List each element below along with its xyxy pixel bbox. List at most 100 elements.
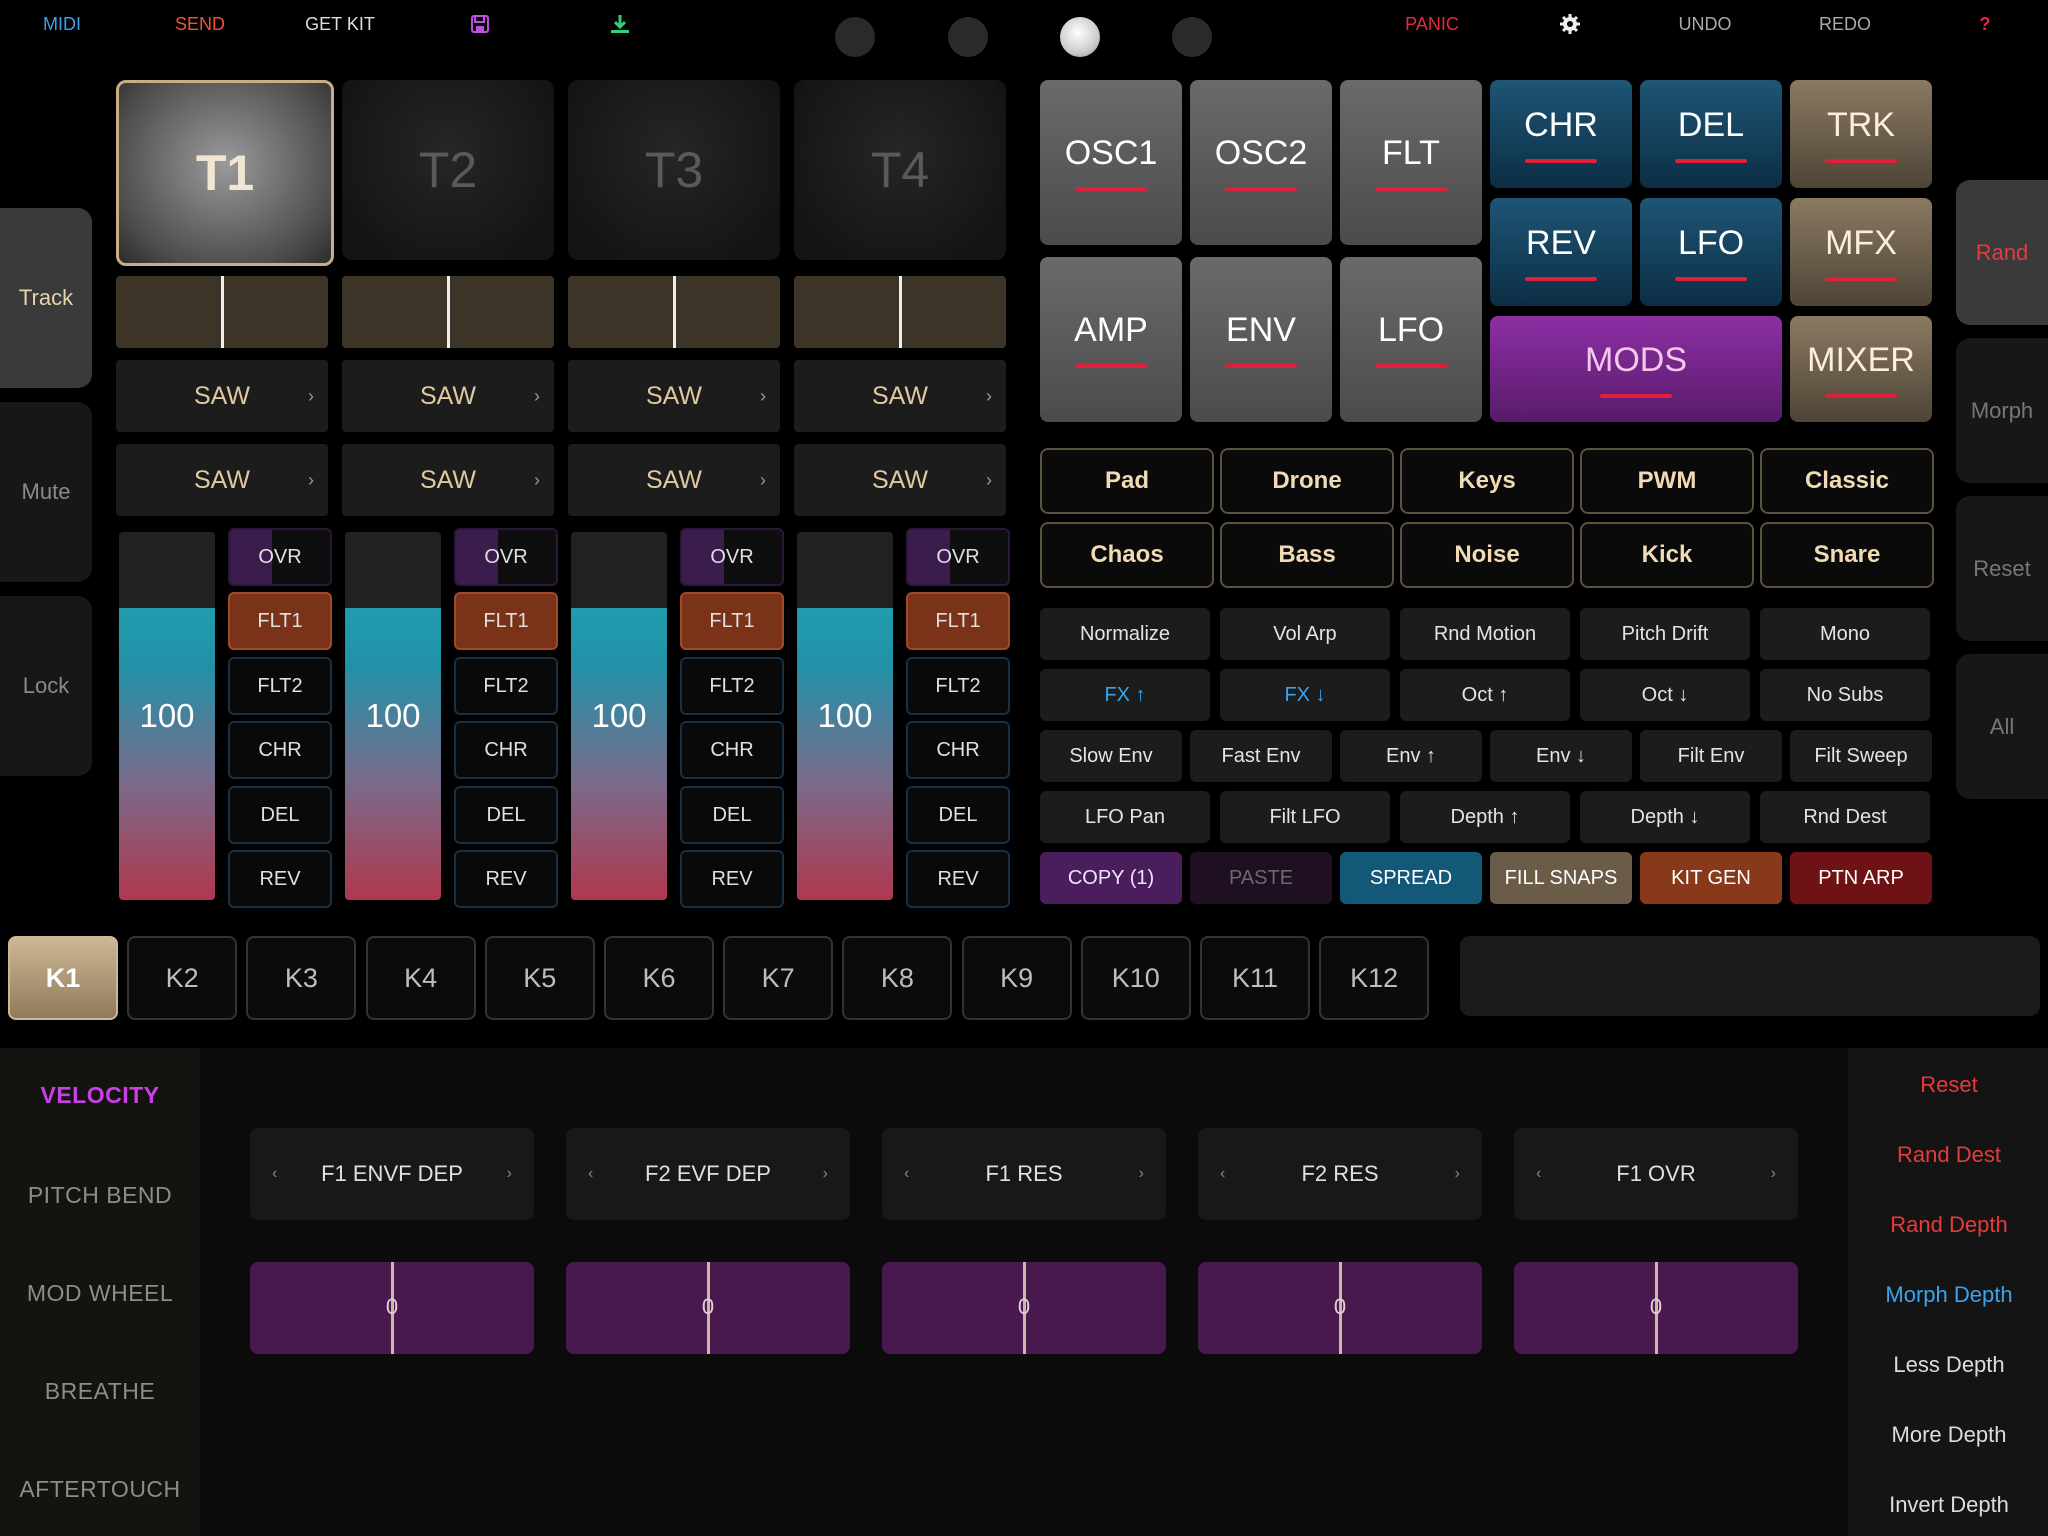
fx-toggle-ovr[interactable]: OVR	[454, 528, 558, 586]
mod-depth-slider[interactable]: 0	[1514, 1262, 1798, 1354]
track-volume-fader[interactable]: 100	[119, 532, 215, 900]
settings-gear-icon[interactable]	[1520, 10, 1620, 38]
fx-toggle-flt1[interactable]: FLT1	[906, 592, 1010, 650]
action-button[interactable]: FX ↑	[1040, 669, 1210, 721]
preset-button[interactable]: Chaos	[1040, 522, 1214, 588]
module-rev-button[interactable]: REV	[1490, 198, 1632, 306]
tab-morph[interactable]: Morph	[1956, 338, 2048, 483]
module-lfo-button[interactable]: LFO	[1340, 257, 1482, 422]
mod-depth-slider[interactable]: 0	[566, 1262, 850, 1354]
chevron-right-icon[interactable]: ›	[1455, 1165, 1460, 1183]
track-tile-t3[interactable]: T3	[568, 80, 780, 260]
module-osc1-button[interactable]: OSC1	[1040, 80, 1182, 245]
tab-mute[interactable]: Mute	[0, 402, 92, 582]
kit-button-k6[interactable]: K6	[604, 936, 714, 1020]
action-button[interactable]: FX ↓	[1220, 669, 1390, 721]
module-osc2-button[interactable]: OSC2	[1190, 80, 1332, 245]
osc2-wave-selector[interactable]: SAW ›	[342, 444, 554, 516]
fx-toggle-chr[interactable]: CHR	[228, 721, 332, 779]
morph-depth-button[interactable]: Morph Depth	[1850, 1282, 2048, 1308]
kit-button-k7[interactable]: K7	[723, 936, 834, 1020]
chevron-right-icon[interactable]: ›	[823, 1165, 828, 1183]
osc2-wave-selector[interactable]: SAW ›	[116, 444, 328, 516]
preset-button[interactable]: Drone	[1220, 448, 1394, 514]
mod-destination-selector[interactable]: ‹ F1 ENVF DEP ›	[250, 1128, 534, 1220]
send-button[interactable]: SEND	[150, 10, 250, 38]
action-button[interactable]: Rnd Dest	[1760, 791, 1930, 843]
module-mfx-button[interactable]: MFX	[1790, 198, 1932, 306]
panic-button[interactable]: PANIC	[1382, 10, 1482, 38]
action-button[interactable]: Rnd Motion	[1400, 608, 1570, 660]
chevron-right-icon[interactable]: ›	[507, 1165, 512, 1183]
module-trk-button[interactable]: TRK	[1790, 80, 1932, 188]
action-button[interactable]: Filt Env	[1640, 730, 1782, 782]
osc1-wave-selector[interactable]: SAW ›	[116, 360, 328, 432]
fx-toggle-flt2[interactable]: FLT2	[454, 657, 558, 715]
action-button[interactable]: Env ↓	[1490, 730, 1632, 782]
kit-button-k8[interactable]: K8	[842, 936, 953, 1020]
pan-slider[interactable]	[342, 276, 554, 348]
track-tile-t4[interactable]: T4	[794, 80, 1006, 260]
action-button[interactable]: COPY (1)	[1040, 852, 1182, 904]
fx-toggle-flt1[interactable]: FLT1	[680, 592, 784, 650]
mod-reset-button[interactable]: Reset	[1850, 1072, 2048, 1098]
save-icon[interactable]	[430, 10, 530, 38]
rand-dest-button[interactable]: Rand Dest	[1850, 1142, 2048, 1168]
preset-button[interactable]: Keys	[1400, 448, 1574, 514]
action-button[interactable]: PASTE	[1190, 852, 1332, 904]
kit-button-k4[interactable]: K4	[365, 936, 476, 1020]
mod-destination-selector[interactable]: ‹ F2 EVF DEP ›	[566, 1128, 850, 1220]
track-volume-fader[interactable]: 100	[797, 532, 893, 900]
tab-reset[interactable]: Reset	[1956, 496, 2048, 641]
action-button[interactable]: LFO Pan	[1040, 791, 1210, 843]
module-del-button[interactable]: DEL	[1640, 80, 1782, 188]
chevron-left-icon[interactable]: ‹	[588, 1165, 593, 1183]
fx-toggle-rev[interactable]: REV	[454, 850, 558, 908]
fx-toggle-ovr[interactable]: OVR	[680, 528, 784, 586]
action-button[interactable]: Depth ↑	[1400, 791, 1570, 843]
action-button[interactable]: Filt Sweep	[1790, 730, 1932, 782]
module-flt-button[interactable]: FLT	[1340, 80, 1482, 245]
track-volume-fader[interactable]: 100	[571, 532, 667, 900]
action-button[interactable]: PTN ARP	[1790, 852, 1932, 904]
module-mixer-button[interactable]: MIXER	[1790, 316, 1932, 422]
kit-button-k3[interactable]: K3	[246, 936, 357, 1020]
tab-track[interactable]: Track	[0, 208, 92, 388]
module-mods-button[interactable]: MODS	[1490, 316, 1782, 422]
undo-button[interactable]: UNDO	[1655, 10, 1755, 38]
pan-slider[interactable]	[568, 276, 780, 348]
action-button[interactable]: Mono	[1760, 608, 1930, 660]
preset-button[interactable]: Snare	[1760, 522, 1934, 588]
action-button[interactable]: FILL SNAPS	[1490, 852, 1632, 904]
help-button[interactable]: ?	[1935, 10, 2035, 38]
fx-toggle-del[interactable]: DEL	[228, 786, 332, 844]
preset-button[interactable]: Bass	[1220, 522, 1394, 588]
fx-toggle-rev[interactable]: REV	[680, 850, 784, 908]
chevron-right-icon[interactable]: ›	[1771, 1165, 1776, 1183]
mod-destination-selector[interactable]: ‹ F1 RES ›	[882, 1128, 1166, 1220]
fx-toggle-ovr[interactable]: OVR	[906, 528, 1010, 586]
track-tile-t2[interactable]: T2	[342, 80, 554, 260]
kit-name-display[interactable]	[1460, 936, 2040, 1016]
kit-button-k2[interactable]: K2	[127, 936, 238, 1020]
rand-depth-button[interactable]: Rand Depth	[1850, 1212, 2048, 1238]
preset-button[interactable]: Classic	[1760, 448, 1934, 514]
more-depth-button[interactable]: More Depth	[1850, 1422, 2048, 1448]
tab-all[interactable]: All	[1956, 654, 2048, 799]
fx-toggle-del[interactable]: DEL	[906, 786, 1010, 844]
fx-toggle-flt2[interactable]: FLT2	[228, 657, 332, 715]
action-button[interactable]: Depth ↓	[1580, 791, 1750, 843]
track-volume-fader[interactable]: 100	[345, 532, 441, 900]
fx-toggle-flt2[interactable]: FLT2	[680, 657, 784, 715]
action-button[interactable]: Vol Arp	[1220, 608, 1390, 660]
kit-button-k11[interactable]: K11	[1200, 936, 1310, 1020]
fx-toggle-chr[interactable]: CHR	[680, 721, 784, 779]
chevron-left-icon[interactable]: ‹	[904, 1165, 909, 1183]
module-amp-button[interactable]: AMP	[1040, 257, 1182, 422]
fx-toggle-chr[interactable]: CHR	[906, 721, 1010, 779]
kit-button-k12[interactable]: K12	[1319, 936, 1430, 1020]
mod-depth-slider[interactable]: 0	[1198, 1262, 1482, 1354]
fx-toggle-rev[interactable]: REV	[228, 850, 332, 908]
page-dot[interactable]	[948, 17, 988, 57]
action-button[interactable]: Normalize	[1040, 608, 1210, 660]
